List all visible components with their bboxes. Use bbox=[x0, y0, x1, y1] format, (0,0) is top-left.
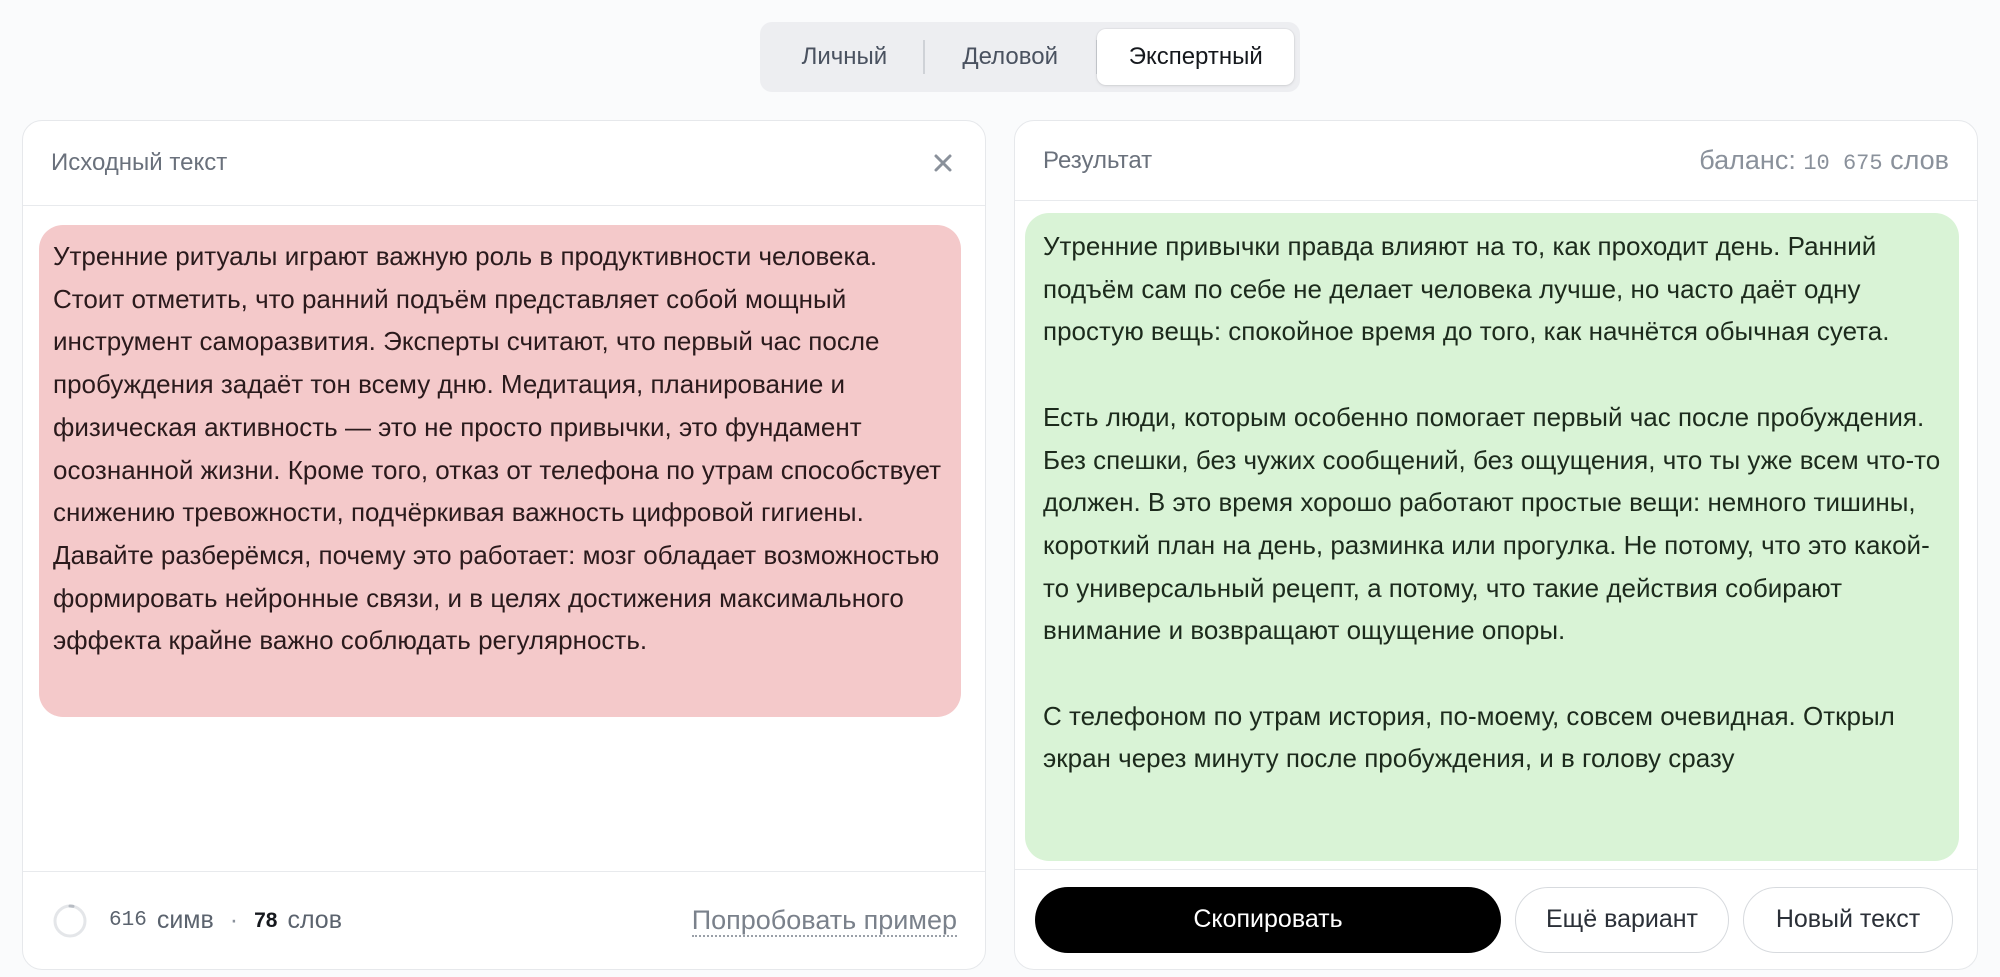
result-title: Результат bbox=[1043, 146, 1153, 174]
result-panel: Результат баланс: 10 675 слов Утренние п… bbox=[1014, 120, 1978, 970]
counter-separator: · bbox=[229, 906, 239, 934]
text-counter: 616 симв · 78 слов bbox=[51, 902, 342, 940]
tab-expert[interactable]: Экспертный bbox=[1097, 29, 1294, 85]
try-example-link[interactable]: Попробовать пример bbox=[691, 905, 957, 937]
result-text: Утренние привычки правда влияют на то, к… bbox=[1025, 213, 1959, 861]
balance-value: 10 675 bbox=[1803, 151, 1883, 176]
result-paragraph: С телефоном по утрам история, по-моему, … bbox=[1043, 700, 1895, 774]
chars-label: симв bbox=[156, 906, 214, 934]
result-paragraph: Утренние привычки правда влияют на то, к… bbox=[1043, 231, 1890, 347]
result-actions: Скопировать Ещё вариант Новый текст bbox=[1015, 869, 1977, 969]
tab-business[interactable]: Деловой bbox=[925, 29, 1096, 85]
another-variant-button[interactable]: Ещё вариант bbox=[1515, 886, 1729, 953]
new-text-button[interactable]: Новый текст bbox=[1743, 886, 1953, 953]
progress-ring-icon bbox=[53, 903, 87, 937]
source-panel: Исходный текст Утренние ритуалы играют в… bbox=[22, 120, 986, 970]
words-label: слов bbox=[287, 906, 342, 934]
mode-selector: Личный Деловой Экспертный bbox=[760, 22, 1300, 92]
chars-count: 616 bbox=[109, 909, 147, 932]
source-text-input[interactable]: Утренние ритуалы играют важную роль в пр… bbox=[39, 225, 961, 717]
tab-personal[interactable]: Личный bbox=[766, 29, 923, 85]
balance-label: баланс: bbox=[1699, 145, 1796, 175]
source-title: Исходный текст bbox=[51, 149, 228, 176]
balance-unit: слов bbox=[1890, 145, 1949, 175]
copy-button[interactable]: Скопировать bbox=[1035, 886, 1501, 953]
result-header: Результат баланс: 10 675 слов bbox=[1015, 121, 1977, 201]
close-icon[interactable] bbox=[929, 149, 957, 177]
balance-display: баланс: 10 675 слов bbox=[1699, 145, 1949, 176]
source-header: Исходный текст bbox=[23, 121, 985, 206]
words-count: 78 bbox=[254, 908, 278, 932]
result-paragraph: Есть люди, которым особенно помогает пер… bbox=[1043, 401, 1941, 646]
source-footer: 616 симв · 78 слов Попробовать пример bbox=[23, 871, 985, 969]
